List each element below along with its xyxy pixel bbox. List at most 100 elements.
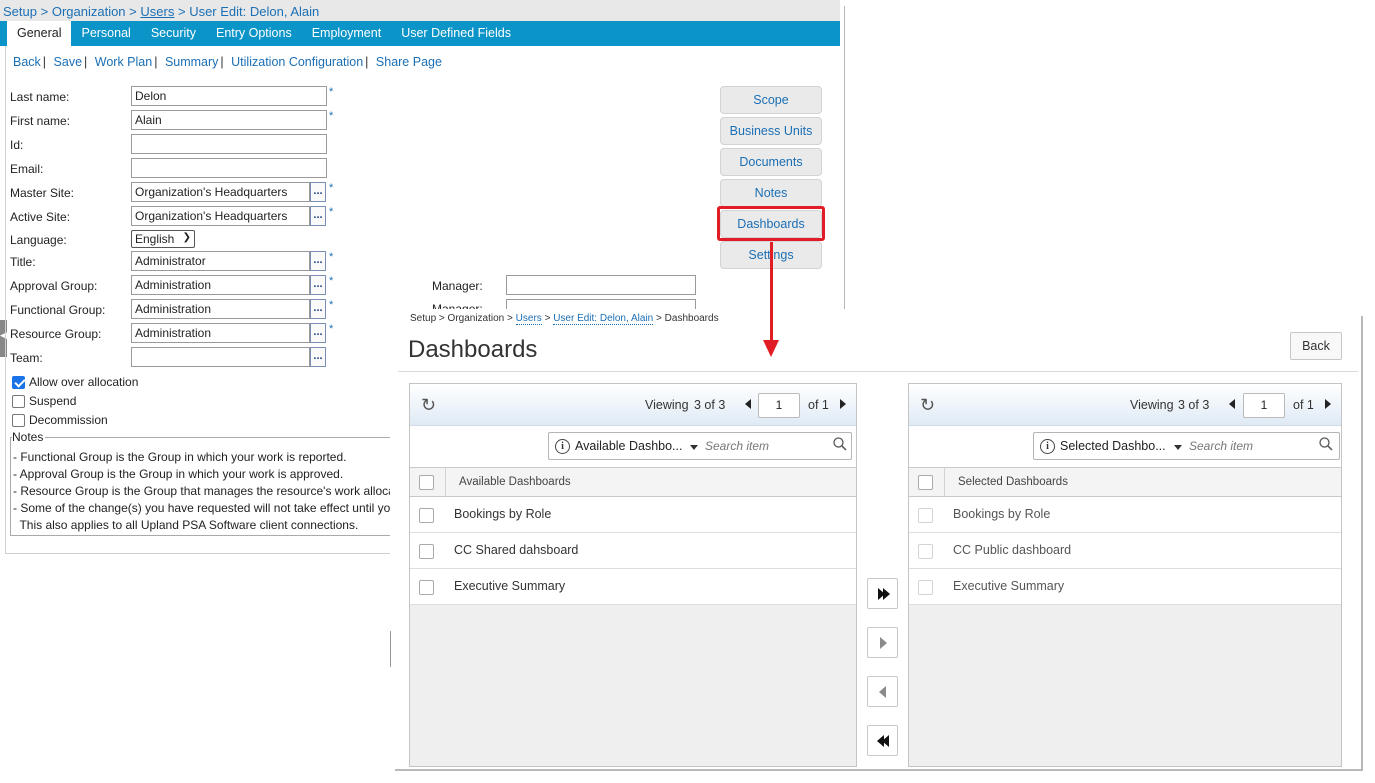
row-checkbox[interactable] (419, 544, 434, 559)
move-left-button[interactable] (867, 676, 898, 707)
allow-over-allocation-row[interactable]: Allow over allocation (12, 375, 138, 389)
chevron-left-icon[interactable] (745, 399, 751, 409)
notes-button[interactable]: Notes (720, 179, 822, 207)
search-placeholder[interactable]: Search item (1189, 439, 1253, 453)
page-number-input[interactable]: 1 (758, 393, 800, 418)
list-item[interactable]: Bookings by Role (410, 497, 856, 533)
list-item[interactable]: CC Public dashboard (909, 533, 1341, 569)
last-name-input[interactable]: Delon (131, 86, 327, 106)
column-header-label: Available Dashboards (459, 476, 571, 488)
team-input[interactable] (131, 347, 310, 367)
breadcrumb-users[interactable]: Users (515, 313, 542, 325)
refresh-icon[interactable]: ↻ (421, 396, 436, 414)
breadcrumb-user-edit[interactable]: User Edit: Delon, Alain (553, 313, 654, 325)
info-icon[interactable]: i (555, 439, 570, 454)
email-input[interactable] (131, 158, 327, 178)
tab-security[interactable]: Security (141, 21, 206, 46)
functional-group-label: Functional Group: (10, 303, 106, 317)
search-box[interactable]: i Available Dashbo... Search item (548, 432, 852, 460)
row-checkbox[interactable] (918, 580, 933, 595)
row-checkbox[interactable] (419, 508, 434, 523)
viewing-count: 3 of 3 (694, 398, 726, 412)
active-site-input[interactable]: Organization's Headquarters (131, 206, 310, 226)
row-checkbox[interactable] (419, 580, 434, 595)
move-right-button[interactable] (867, 627, 898, 658)
link-separator: | (42, 55, 47, 69)
title-input[interactable]: Administrator (131, 251, 310, 271)
dropdown-caret-icon[interactable] (690, 445, 698, 450)
panel-search-row: i Available Dashbo... Search item (410, 426, 856, 468)
decommission-checkbox[interactable] (12, 413, 25, 427)
select-all-checkbox[interactable] (918, 475, 933, 490)
first-name-label: First name: (10, 114, 71, 128)
approval-group-input[interactable]: Administration (131, 275, 310, 295)
language-select[interactable]: English ❯ (131, 230, 195, 248)
list-item[interactable]: Executive Summary (410, 569, 856, 605)
info-icon[interactable]: i (1040, 439, 1055, 454)
tab-entry-options[interactable]: Entry Options (206, 21, 302, 46)
allow-over-allocation-checkbox[interactable] (12, 375, 25, 389)
active-site-lookup-button[interactable]: ... (310, 206, 326, 226)
manager-input[interactable] (506, 299, 696, 309)
title-lookup-button[interactable]: ... (310, 251, 326, 271)
select-all-checkbox[interactable] (419, 475, 434, 490)
business-units-button[interactable]: Business Units (720, 117, 822, 145)
list-item[interactable]: Bookings by Role (909, 497, 1341, 533)
move-all-left-button[interactable] (867, 725, 898, 756)
suspend-row[interactable]: Suspend (12, 394, 76, 408)
share-page-link[interactable]: Share Page (376, 55, 442, 69)
breadcrumb-organization: Organization (447, 313, 505, 324)
breadcrumb-users[interactable]: Users (140, 4, 174, 19)
chevron-right-icon[interactable] (840, 399, 846, 409)
suspend-checkbox[interactable] (12, 394, 25, 408)
resource-group-input[interactable]: Administration (131, 323, 310, 343)
first-name-input[interactable]: Alain (131, 110, 327, 130)
summary-link[interactable]: Summary (165, 55, 218, 69)
team-lookup-button[interactable]: ... (310, 347, 326, 367)
link-separator: | (154, 55, 158, 69)
tab-user-defined-fields[interactable]: User Defined Fields (391, 21, 521, 46)
manager-input[interactable] (506, 275, 696, 295)
available-dashboards-panel: ↻ Viewing 3 of 3 1 of 1 i Available Dash… (409, 383, 857, 767)
title-label: Title: (10, 255, 36, 269)
search-icon[interactable] (1319, 437, 1333, 451)
save-link[interactable]: Save (54, 55, 83, 69)
list-item[interactable]: CC Shared dahsboard (410, 533, 856, 569)
move-all-right-button[interactable] (867, 578, 898, 609)
page-number-input[interactable]: 1 (1243, 393, 1285, 418)
work-plan-link[interactable]: Work Plan (95, 55, 152, 69)
breadcrumb-organization[interactable]: Organization (52, 4, 126, 19)
note-line: This also applies to all Upland PSA Soft… (13, 518, 359, 532)
tab-employment[interactable]: Employment (302, 21, 391, 46)
functional-group-lookup-button[interactable]: ... (310, 299, 326, 319)
search-placeholder[interactable]: Search item (705, 439, 769, 453)
resource-group-lookup-button[interactable]: ... (310, 323, 326, 343)
search-box[interactable]: i Selected Dashbo... Search item (1033, 432, 1340, 460)
approval-group-label: Approval Group: (10, 279, 98, 293)
search-icon[interactable] (833, 437, 847, 451)
tab-general[interactable]: General (7, 21, 72, 46)
list-item[interactable]: Executive Summary (909, 569, 1341, 605)
tab-personal[interactable]: Personal (71, 21, 140, 46)
decommission-row[interactable]: Decommission (12, 413, 108, 427)
utilization-configuration-link[interactable]: Utilization Configuration (231, 55, 363, 69)
id-label: Id: (10, 138, 24, 152)
functional-group-input[interactable]: Administration (131, 299, 310, 319)
dropdown-caret-icon[interactable] (1174, 445, 1182, 450)
back-button[interactable]: Back (1290, 332, 1342, 360)
back-link[interactable]: Back (13, 55, 41, 69)
breadcrumb-setup[interactable]: Setup (3, 4, 37, 19)
chevron-left-icon[interactable] (1229, 399, 1235, 409)
master-site-input[interactable]: Organization's Headquarters (131, 182, 310, 202)
approval-group-lookup-button[interactable]: ... (310, 275, 326, 295)
id-input[interactable] (131, 134, 327, 154)
row-checkbox[interactable] (918, 544, 933, 559)
documents-button[interactable]: Documents (720, 148, 822, 176)
chevron-right-icon[interactable] (1325, 399, 1331, 409)
master-site-lookup-button[interactable]: ... (310, 182, 326, 202)
link-separator: | (365, 55, 369, 69)
refresh-icon[interactable]: ↻ (920, 396, 935, 414)
scope-button[interactable]: Scope (720, 86, 822, 114)
row-checkbox[interactable] (918, 508, 933, 523)
window-shadow (395, 769, 1363, 771)
